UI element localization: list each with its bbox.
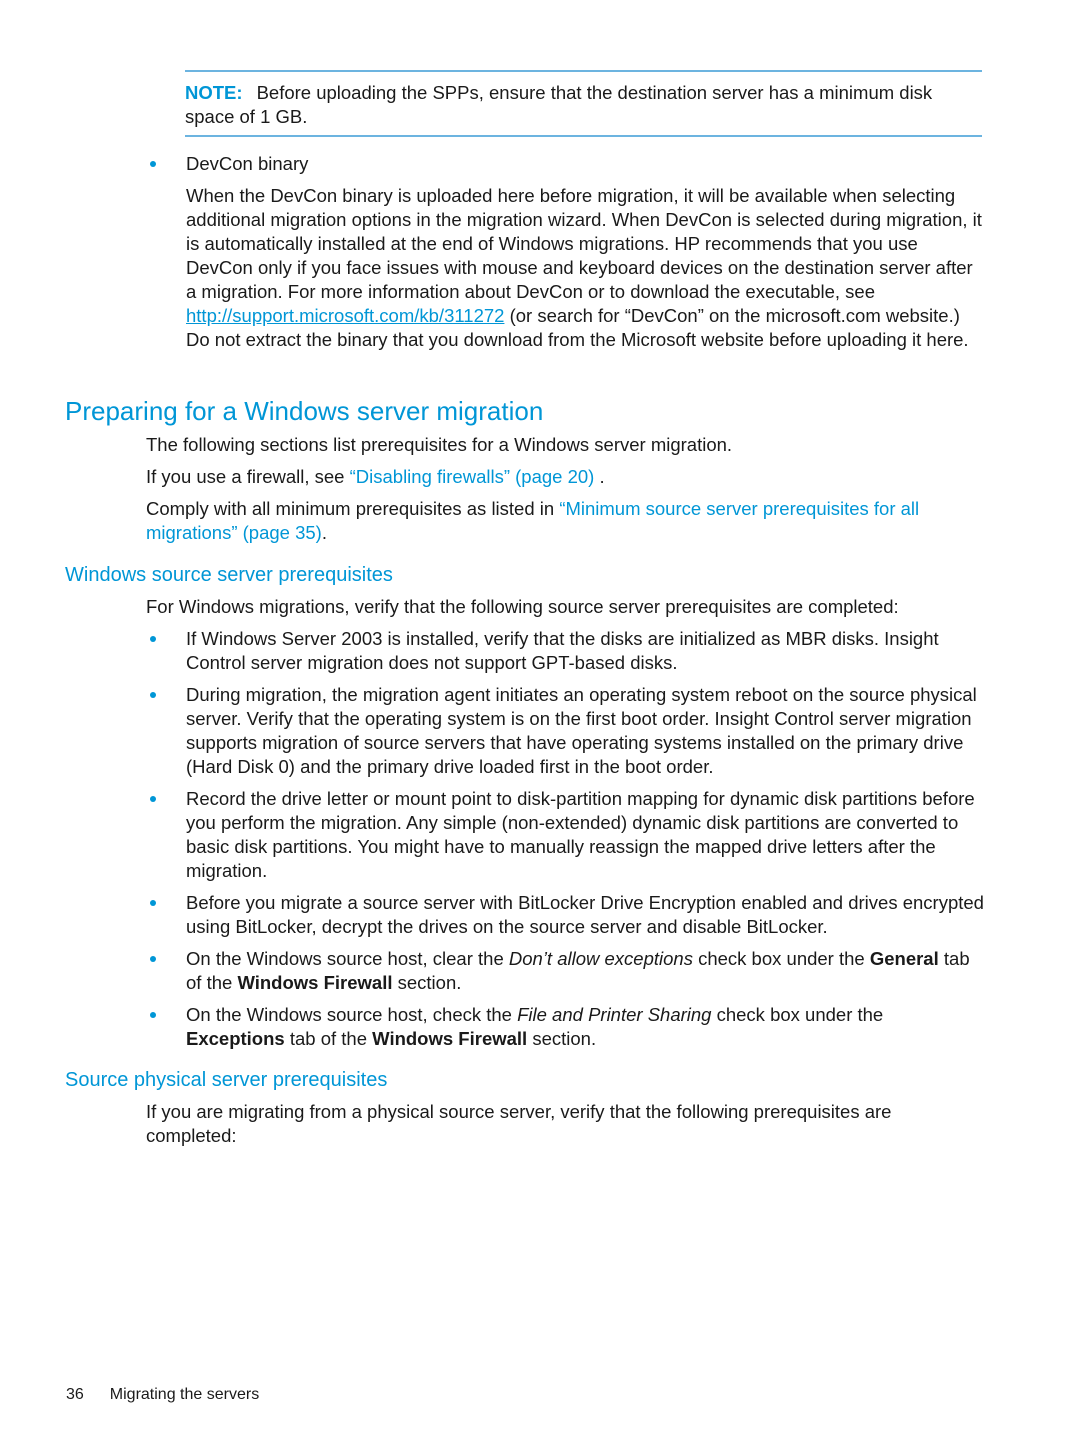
- comply-prefix: Comply with all minimum prerequisites as…: [146, 498, 560, 519]
- list-item-text: If Windows Server 2003 is installed, ver…: [186, 628, 939, 673]
- list-item-text: During migration, the migration agent in…: [186, 684, 977, 777]
- physical-prereqs-intro: If you are migrating from a physical sou…: [146, 1101, 892, 1146]
- section-intro-block: The following sections list prerequisite…: [146, 433, 986, 553]
- firewall-paragraph: If you use a firewall, see “Disabling fi…: [146, 465, 986, 489]
- tab-name: Exceptions: [186, 1028, 285, 1049]
- page-footer: 36 Migrating the servers: [66, 1385, 259, 1405]
- physical-prereqs-heading: Source physical server prerequisites: [65, 1069, 388, 1091]
- item-text: check box under the: [692, 948, 870, 969]
- windows-prereqs-list: If Windows Server 2003 is installed, ver…: [146, 627, 986, 1051]
- list-item: If Windows Server 2003 is installed, ver…: [146, 627, 986, 675]
- list-item-text: Before you migrate a source server with …: [186, 892, 984, 937]
- list-item-text: Record the drive letter or mount point t…: [186, 788, 975, 881]
- bullet-icon: [150, 796, 156, 802]
- section-intro: The following sections list prerequisite…: [146, 434, 733, 455]
- note-text: Before uploading the SPPs, ensure that t…: [185, 82, 933, 127]
- tab-name: General: [869, 948, 939, 969]
- bullet-icon: [150, 900, 156, 906]
- section-name: Windows Firewall: [237, 972, 393, 993]
- firewall-suffix: .: [594, 466, 605, 487]
- firewall-prefix: If you use a firewall, see: [146, 466, 350, 487]
- devcon-text-1: When the DevCon binary is uploaded here …: [186, 185, 982, 302]
- chapter-title: Migrating the servers: [109, 1386, 260, 1403]
- bullet-icon: [150, 1012, 156, 1018]
- list-item: On the Windows source host, check the Fi…: [146, 1003, 986, 1051]
- option-name: File and Printer Sharing: [517, 1004, 712, 1025]
- bullet-icon: [150, 956, 156, 962]
- list-item: Before you migrate a source server with …: [146, 891, 986, 939]
- devcon-description: When the DevCon binary is uploaded here …: [186, 184, 986, 352]
- comply-paragraph: Comply with all minimum prerequisites as…: [146, 497, 986, 545]
- bullet-icon: [150, 161, 156, 167]
- list-item: DevCon binary When the DevCon binary is …: [146, 152, 986, 352]
- page-number: 36: [66, 1386, 84, 1403]
- section-title: Preparing for a Windows server migration: [65, 396, 544, 426]
- item-text: On the Windows source host, check the: [186, 1004, 518, 1025]
- note-label: NOTE:: [185, 82, 243, 103]
- item-text: section.: [527, 1028, 597, 1049]
- note-box: NOTE: Before uploading the SPPs, ensure t…: [185, 70, 982, 137]
- bullet-icon: [150, 692, 156, 698]
- item-text: section.: [392, 972, 462, 993]
- option-name: Don’t allow exceptions: [508, 948, 693, 969]
- comply-suffix: .: [321, 522, 327, 543]
- windows-prereqs-block: For Windows migrations, verify that the …: [146, 595, 986, 1059]
- list-item: Record the drive letter or mount point t…: [146, 787, 986, 883]
- disabling-firewalls-link[interactable]: “Disabling firewalls” (page 20): [350, 466, 595, 487]
- list-item: On the Windows source host, clear the Do…: [146, 947, 986, 995]
- devcon-list: DevCon binary When the DevCon binary is …: [146, 152, 986, 360]
- bullet-icon: [150, 636, 156, 642]
- item-text: tab of the: [284, 1028, 373, 1049]
- physical-prereqs-block: If you are migrating from a physical sou…: [146, 1100, 986, 1156]
- item-text: check box under the: [711, 1004, 884, 1025]
- list-item: During migration, the migration agent in…: [146, 683, 986, 779]
- windows-prereqs-intro: For Windows migrations, verify that the …: [146, 596, 899, 617]
- section-name: Windows Firewall: [372, 1028, 528, 1049]
- devcon-kb-link[interactable]: http://support.microsoft.com/kb/311272: [186, 305, 504, 326]
- devcon-title: DevCon binary: [186, 153, 309, 174]
- windows-prereqs-heading: Windows source server prerequisites: [65, 564, 393, 586]
- item-text: On the Windows source host, clear the: [186, 948, 509, 969]
